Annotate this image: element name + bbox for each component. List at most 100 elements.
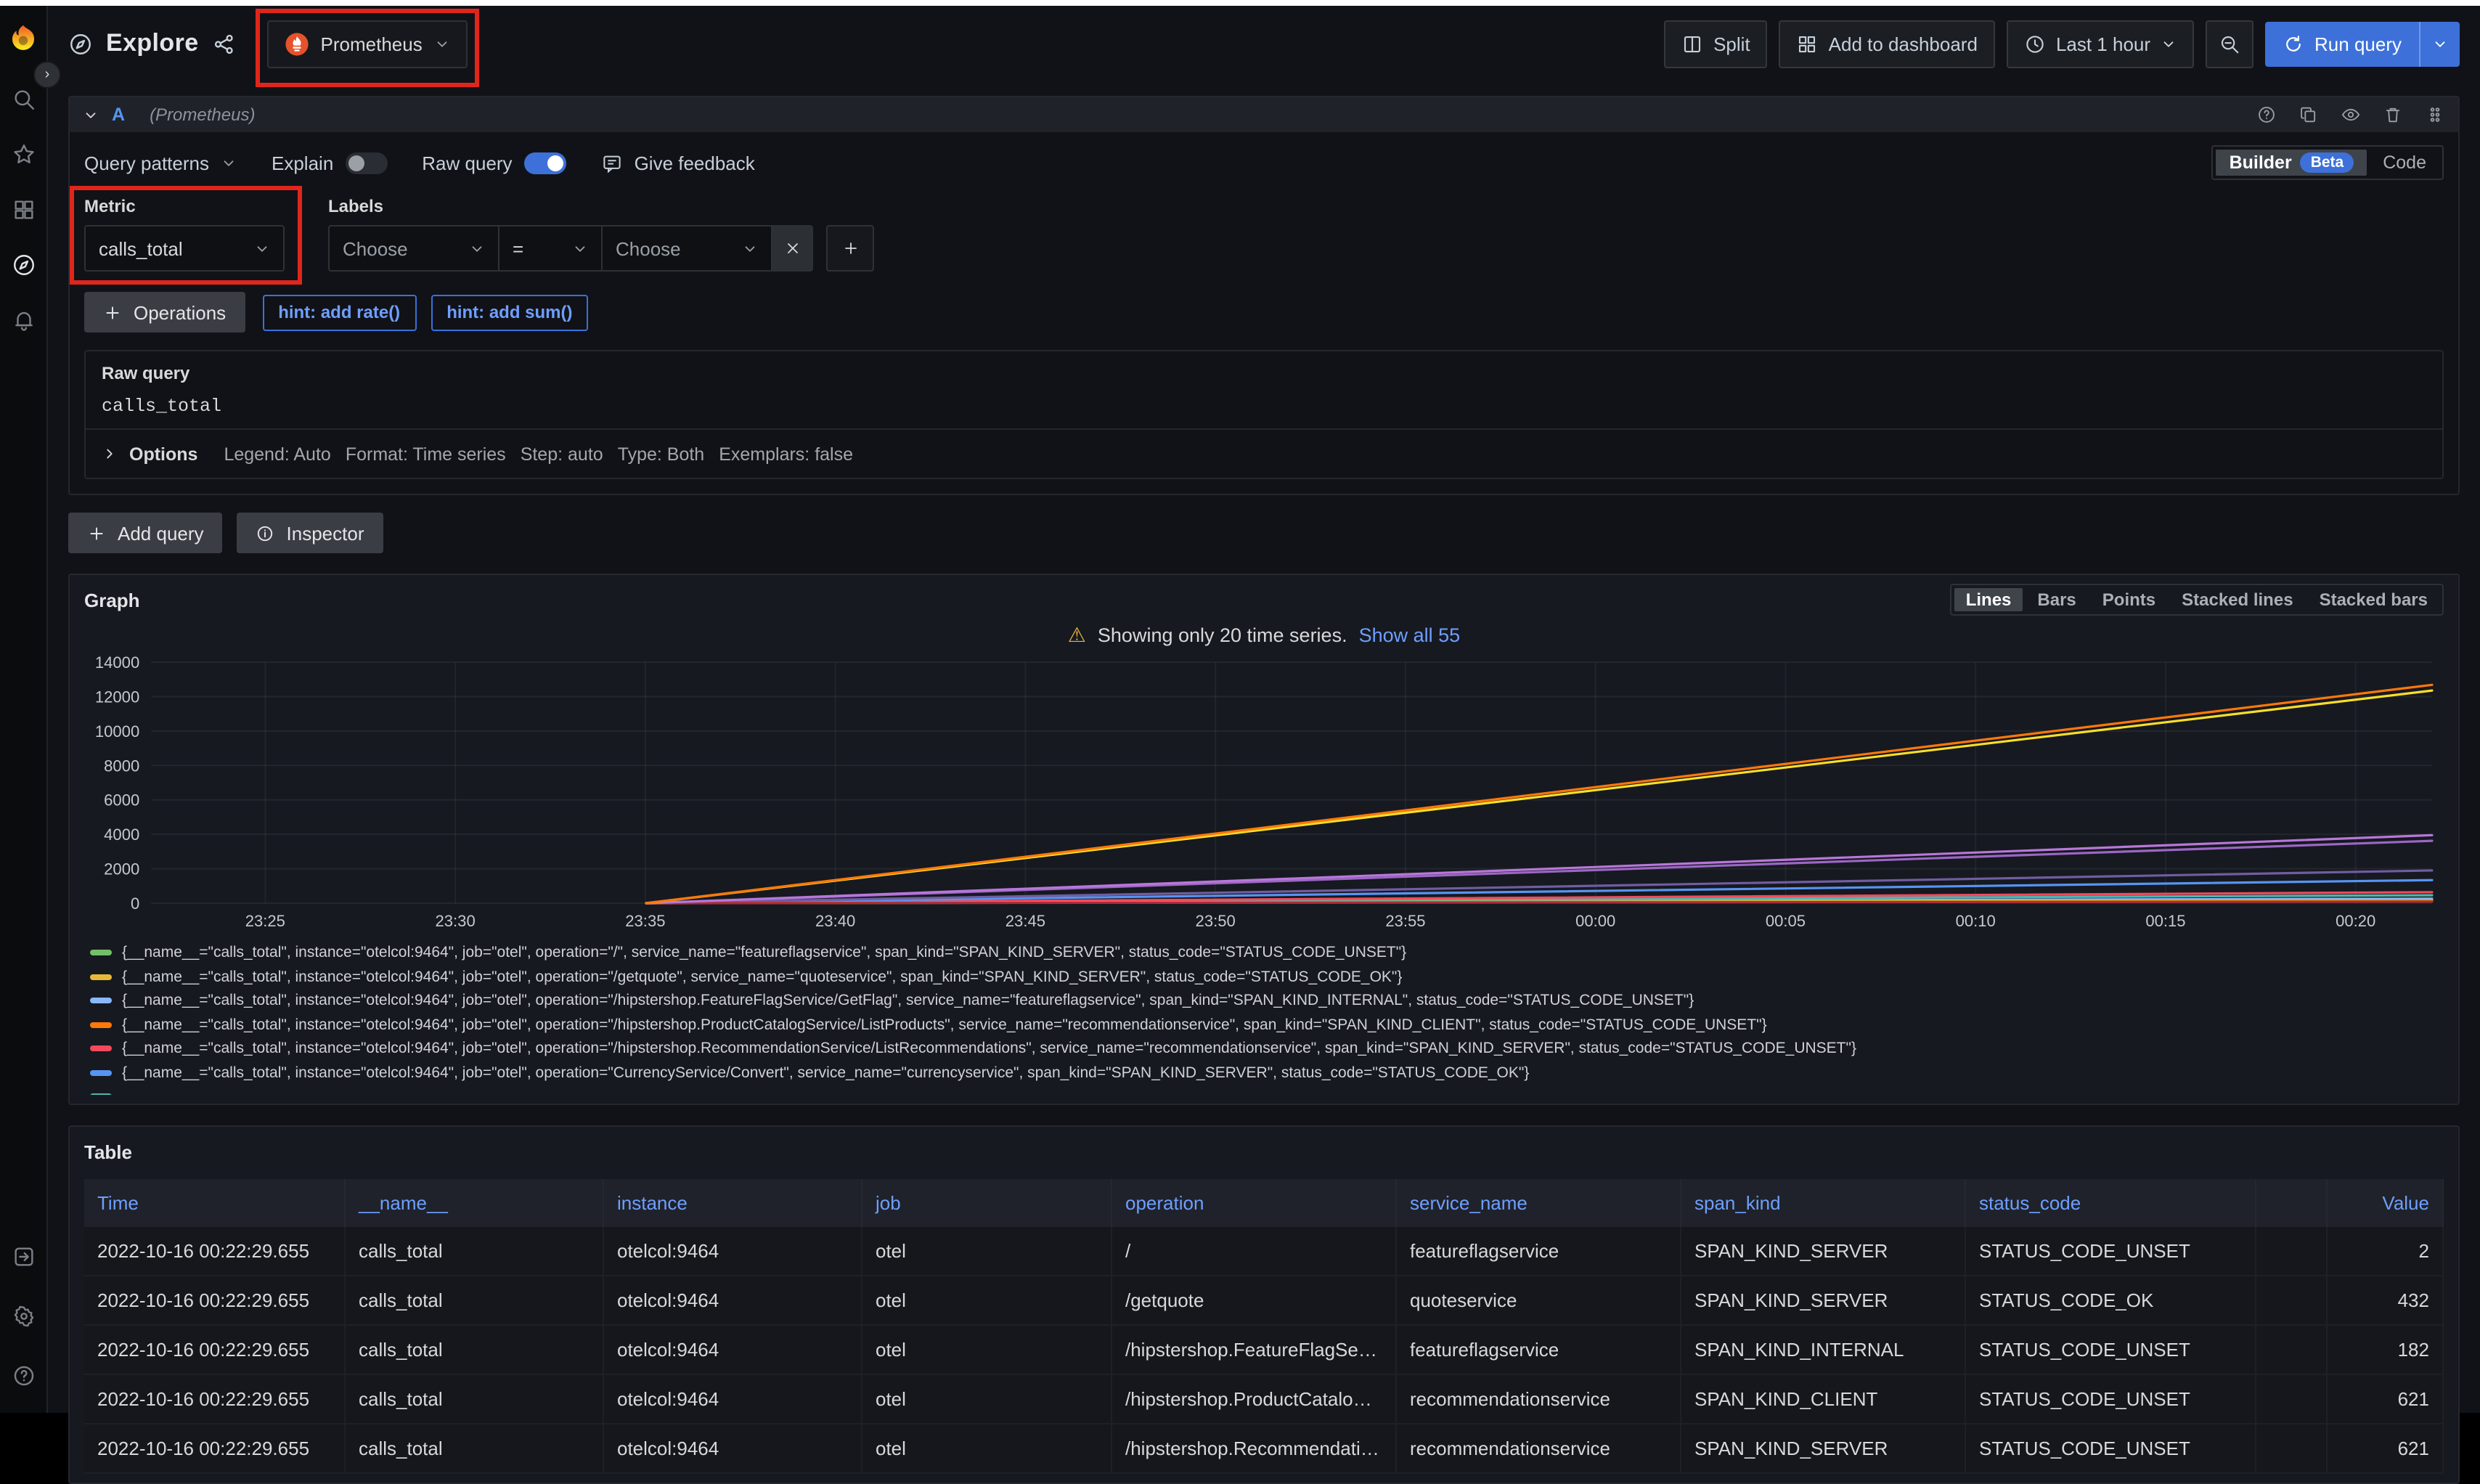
table-cell: calls_total [346,1227,604,1275]
datasource-picker[interactable]: Prometheus [267,20,468,68]
hint-button[interactable]: hint: add rate() [262,294,416,330]
column-header-__name__[interactable]: __name__ [346,1179,604,1227]
legend-item[interactable]: {__name__="calls_total", instance="otelc… [90,941,2444,965]
graph-mode-switcher: LinesBarsPointsStacked linesStacked bars [1950,584,2444,616]
time-range-picker[interactable]: Last 1 hour [2007,20,2194,68]
table-cell: 2022-10-16 00:22:29.655 [84,1326,346,1374]
graph-mode-bars[interactable]: Bars [2026,588,2087,611]
split-button[interactable]: Split [1664,20,1768,68]
table-cell: /hipstershop.FeatureFlagServi... [1112,1326,1397,1374]
chevron-down-icon [434,36,450,52]
column-header-status_code[interactable]: status_code [1966,1179,2256,1227]
alerting-bell-icon[interactable] [11,308,36,333]
search-icon[interactable] [11,87,36,112]
graph-panel: Graph LinesBarsPointsStacked linesStacke… [68,574,2460,1105]
raw-query-toggle[interactable] [524,152,566,174]
give-feedback-link[interactable]: Give feedback [601,152,755,174]
raw-query-label: Raw query [422,152,512,174]
add-query-button[interactable]: Add query [68,513,223,553]
x-axis-tick-label: 23:55 [1385,912,1425,930]
graph-mode-lines[interactable]: Lines [1954,588,2023,611]
label-operator-select[interactable]: = [498,225,601,272]
builder-mode-tab[interactable]: Builder Beta [2216,150,2367,176]
duplicate-query-icon[interactable] [2299,105,2319,125]
share-icon[interactable] [212,31,237,56]
drag-handle-icon[interactable] [2425,105,2445,125]
x-axis-tick-label: 23:25 [245,912,285,930]
chevron-right-icon [102,446,118,462]
grafana-logo-icon[interactable] [7,23,39,55]
hide-query-eye-icon[interactable] [2341,105,2361,125]
dashboards-icon[interactable] [11,197,36,222]
zoom-out-icon [2219,33,2240,54]
add-to-dashboard-button[interactable]: Add to dashboard [1779,20,1995,68]
explain-toggle[interactable] [345,152,387,174]
graph-mode-points[interactable]: Points [2091,588,2167,611]
label-value-select[interactable]: Choose [601,225,771,272]
table-cell: otel [862,1375,1112,1423]
metric-select[interactable]: calls_total [84,225,285,272]
hint-button[interactable]: hint: add sum() [431,294,588,330]
plus-icon [87,523,106,542]
legend-item[interactable]: {__name__="calls_total", instance="otelc… [90,1061,2444,1085]
legend-item[interactable]: {__name__="calls_total", instance="otelc… [90,989,2444,1013]
run-query-button[interactable]: Run query [2265,21,2460,66]
legend-item[interactable]: {__name__="calls_total", instance="otelc… [90,1013,2444,1037]
column-header-job[interactable]: job [862,1179,1112,1227]
time-series-chart[interactable]: 0200040006000800010000120001400023:2523:… [84,653,2444,938]
sidebar-expand-button[interactable]: › [33,61,61,89]
add-operation-button[interactable]: Operations [84,292,245,333]
y-axis-tick-label: 10000 [95,722,139,741]
collapse-chevron-icon[interactable] [83,107,99,123]
table-cell: SPAN_KIND_CLIENT [1681,1375,1966,1423]
chevron-down-icon [2432,36,2448,52]
query-row-header[interactable]: A (Prometheus) [70,97,2458,132]
query-help-icon[interactable] [2256,105,2277,125]
options-summary-item: Type: Both [618,444,705,464]
raw-query-preview: Raw query calls_total [84,350,2444,430]
close-icon [783,240,801,257]
legend-item[interactable]: {__name__="calls_total", instance="otelc… [90,1037,2444,1061]
legend-item[interactable]: {__name__="calls_total", instance="otelc… [90,965,2444,989]
code-mode-tab[interactable]: Code [2370,150,2439,176]
column-header-time[interactable]: Time [84,1179,346,1227]
y-axis-tick-label: 4000 [104,825,139,844]
show-all-series-link[interactable]: Show all 55 [1359,624,1461,645]
column-header-span_kind[interactable]: span_kind [1681,1179,1966,1227]
star-icon[interactable] [11,142,36,167]
delete-query-trash-icon[interactable] [2383,105,2403,125]
help-icon[interactable] [11,1363,36,1393]
table-cell: SPAN_KIND_SERVER [1681,1276,1966,1324]
column-header-value[interactable]: Value [2328,1179,2444,1227]
graph-mode-stacked-bars[interactable]: Stacked bars [2308,588,2439,611]
table-cell: otel [862,1276,1112,1324]
zoom-out-time-button[interactable] [2206,20,2253,68]
column-header-instance[interactable]: instance [604,1179,862,1227]
table-cell: STATUS_CODE_UNSET [1966,1227,2256,1275]
query-options-row[interactable]: Options Legend: AutoFormat: Time seriesS… [84,430,2444,479]
x-axis-tick-label: 23:40 [815,912,855,930]
legend-series-color-icon [90,950,112,956]
column-header-operation[interactable]: operation [1112,1179,1397,1227]
explore-compass-icon[interactable] [11,253,36,277]
legend-item-partial [90,1085,2444,1095]
query-editor-panel: A (Prometheus) Query [68,96,2460,495]
table-panel-title: Table [84,1141,132,1162]
options-summary-item: Exemplars: false [719,444,853,464]
table-cell: calls_total [346,1375,604,1423]
table-cell: 621 [2328,1375,2444,1423]
remove-label-filter-button[interactable] [771,225,813,272]
table-cell: 2022-10-16 00:22:29.655 [84,1276,346,1324]
gear-icon[interactable] [11,1304,36,1333]
label-name-select[interactable]: Choose [328,225,498,272]
sign-in-icon[interactable] [11,1244,36,1273]
column-header-service_name[interactable]: service_name [1397,1179,1681,1227]
run-query-caret[interactable] [2419,21,2460,66]
legend-series-label: {__name__="calls_total", instance="otelc… [122,1016,1767,1034]
query-patterns-dropdown[interactable]: Query patterns [84,152,237,174]
graph-mode-stacked-lines[interactable]: Stacked lines [2170,588,2304,611]
add-label-filter-button[interactable] [826,225,874,272]
options-label: Options [129,444,197,464]
editor-mode-switcher: Builder Beta Code [2212,145,2444,180]
inspector-button[interactable]: Inspector [237,513,383,553]
